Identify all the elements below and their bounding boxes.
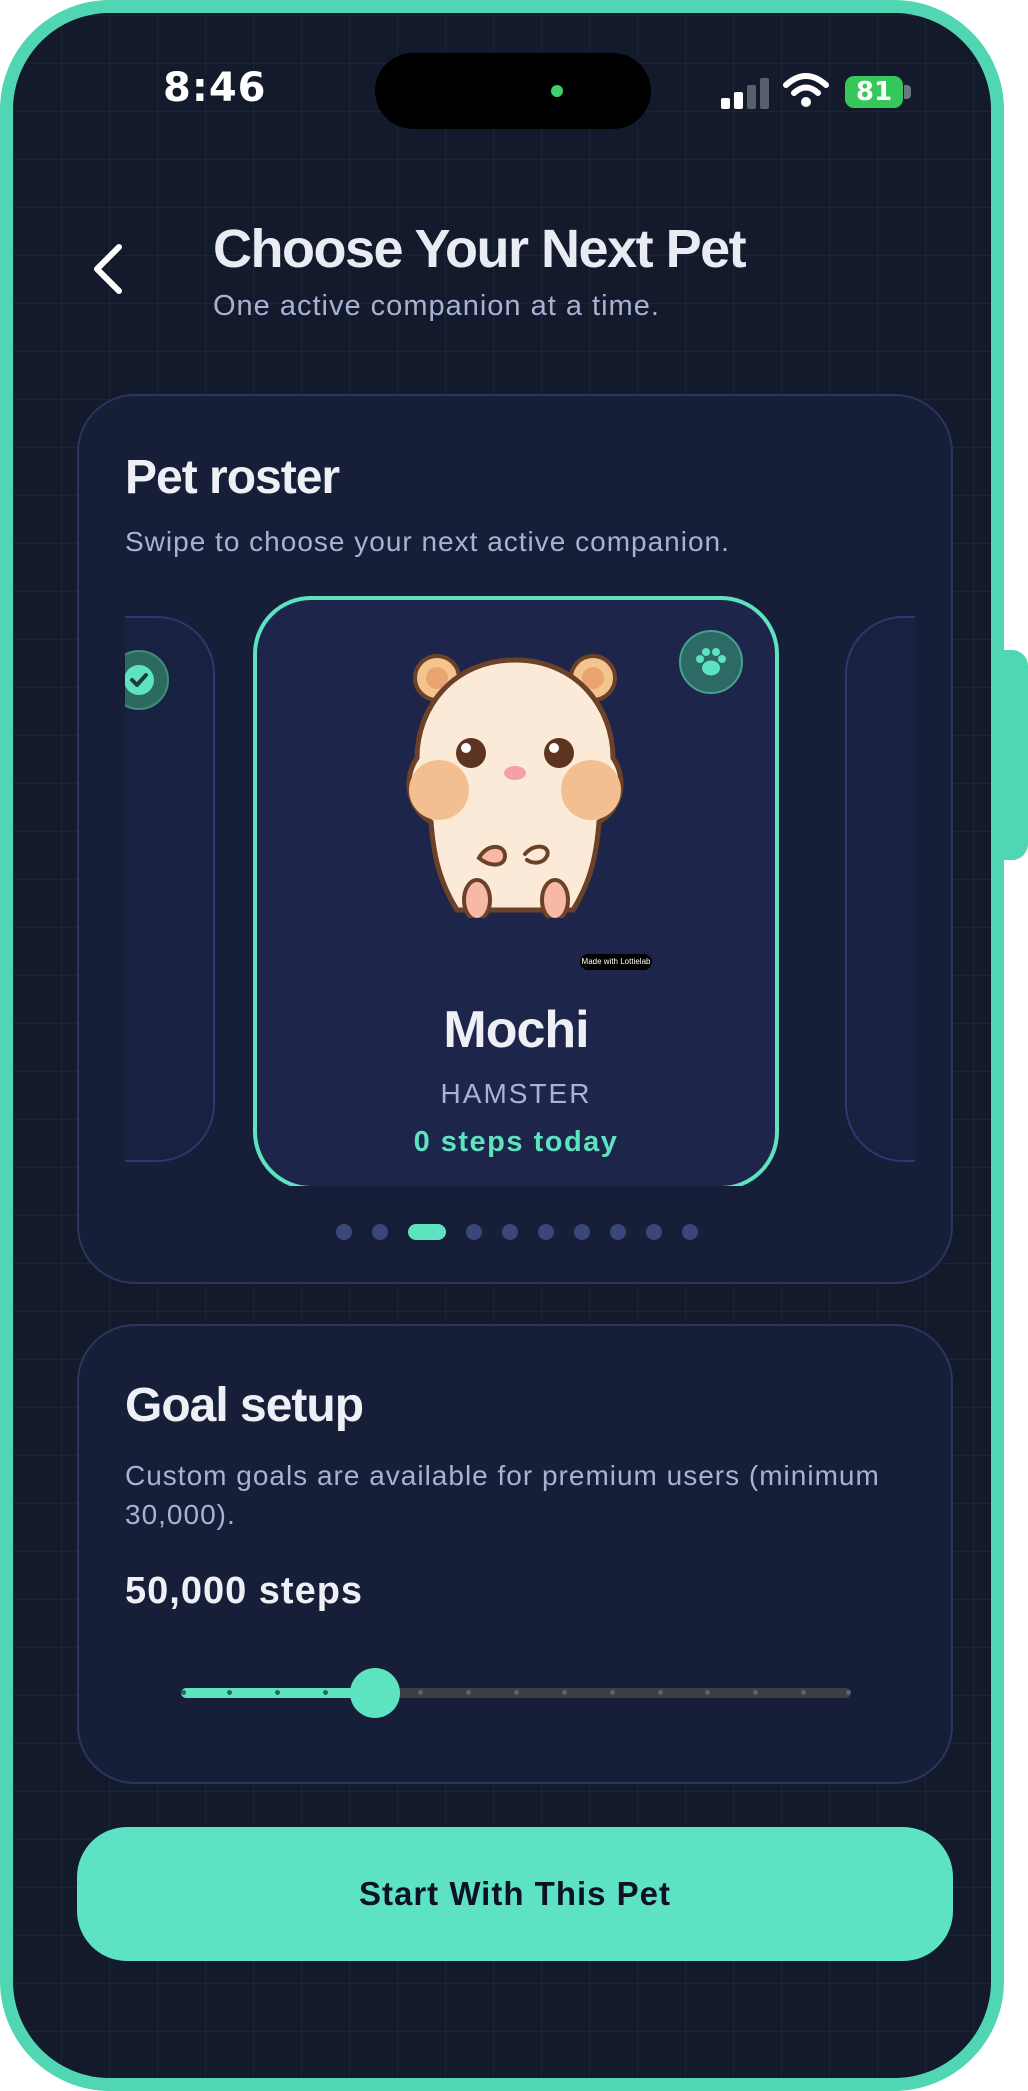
page-indicator[interactable] bbox=[79, 1222, 955, 1242]
page-title: Choose Your Next Pet bbox=[213, 219, 747, 279]
check-icon bbox=[125, 650, 169, 710]
slider-tick bbox=[181, 1690, 186, 1695]
slider-tick bbox=[801, 1690, 806, 1695]
dynamic-island bbox=[375, 53, 651, 129]
pet-steps-today: 0 steps today bbox=[413, 1126, 619, 1158]
pet-carousel[interactable]: Made with Lottielab Mochi HAMSTER 0 step… bbox=[125, 596, 915, 1186]
page-dot[interactable] bbox=[682, 1224, 698, 1240]
slider-tick bbox=[562, 1690, 567, 1695]
battery-indicator: 81 bbox=[845, 76, 903, 108]
pet-name: Mochi bbox=[443, 1001, 589, 1059]
wifi-icon bbox=[783, 73, 829, 107]
roster-description: Swipe to choose your next active compani… bbox=[125, 526, 730, 557]
page-dot[interactable] bbox=[466, 1224, 482, 1240]
page-dot[interactable] bbox=[574, 1224, 590, 1240]
page-dot[interactable] bbox=[646, 1224, 662, 1240]
page-dot-active[interactable] bbox=[408, 1224, 446, 1240]
next-pet-card[interactable] bbox=[845, 616, 915, 1162]
pet-roster-card: Pet roster Swipe to choose your next act… bbox=[77, 394, 953, 1284]
roster-title: Pet roster bbox=[125, 451, 340, 504]
slider-tick bbox=[705, 1690, 710, 1695]
phone-frame: 8:46 81 Choose Your Next Pet One active … bbox=[0, 0, 1004, 2091]
back-arrow-icon[interactable] bbox=[81, 239, 141, 299]
slider-tick bbox=[418, 1690, 423, 1695]
slider-tick bbox=[753, 1690, 758, 1695]
slider-tick bbox=[514, 1690, 519, 1695]
battery-cap-icon bbox=[904, 85, 911, 99]
selected-pet-card[interactable]: Made with Lottielab Mochi HAMSTER 0 step… bbox=[253, 596, 779, 1186]
pet-species: HAMSTER bbox=[440, 1078, 592, 1109]
page-dot[interactable] bbox=[336, 1224, 352, 1240]
goal-setup-card: Goal setup Custom goals are available fo… bbox=[77, 1324, 953, 1784]
goal-description: Custom goals are available for premium u… bbox=[125, 1460, 880, 1530]
slider-tick bbox=[466, 1690, 471, 1695]
goal-value: 50,000 steps bbox=[125, 1570, 364, 1612]
slider-tick bbox=[610, 1690, 615, 1695]
side-button bbox=[1000, 650, 1028, 860]
start-with-pet-button[interactable]: Start With This Pet bbox=[77, 1827, 953, 1961]
slider-tick bbox=[658, 1690, 663, 1695]
lottielab-watermark: Made with Lottielab bbox=[580, 954, 652, 970]
page-dot[interactable] bbox=[538, 1224, 554, 1240]
slider-tick bbox=[227, 1690, 232, 1695]
status-time: 8:46 bbox=[163, 65, 267, 111]
goal-title: Goal setup bbox=[125, 1379, 364, 1432]
hamster-illustration bbox=[406, 654, 624, 918]
paw-icon bbox=[679, 630, 743, 694]
camera-indicator-icon bbox=[551, 85, 563, 97]
page-dot[interactable] bbox=[502, 1224, 518, 1240]
slider-thumb[interactable] bbox=[350, 1668, 400, 1718]
slider-tick bbox=[846, 1690, 851, 1695]
page-subtitle: One active companion at a time. bbox=[213, 290, 660, 322]
app-screen: 8:46 81 Choose Your Next Pet One active … bbox=[13, 13, 991, 2078]
slider-tick bbox=[275, 1690, 280, 1695]
slider-tick bbox=[323, 1690, 328, 1695]
goal-slider[interactable] bbox=[181, 1662, 851, 1722]
page-dot[interactable] bbox=[610, 1224, 626, 1240]
page-dot[interactable] bbox=[372, 1224, 388, 1240]
cellular-signal-icon bbox=[721, 77, 769, 109]
